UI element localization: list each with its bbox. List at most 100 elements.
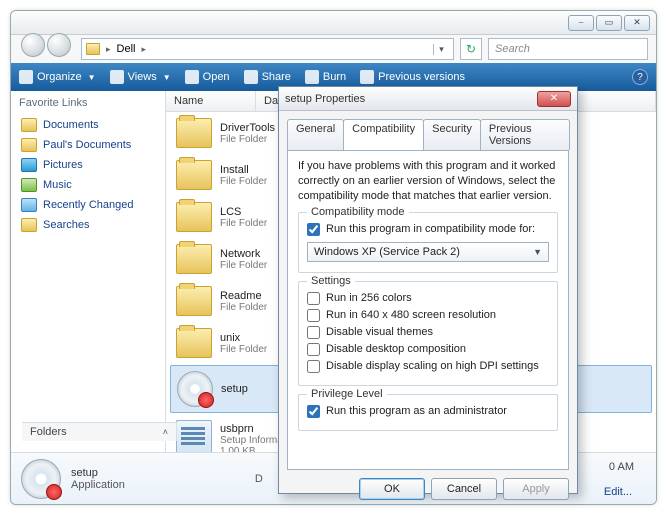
details-time: 0 AM [609,461,634,473]
breadcrumb-dropdown[interactable]: ▾ [433,44,449,55]
search-input[interactable]: Search [488,38,648,60]
forward-button[interactable] [47,33,71,57]
setting-disable-composition[interactable]: Disable desktop composition [307,341,549,358]
inf-file-icon [176,420,212,452]
file-name: Install [220,164,267,176]
folder-icon [176,202,212,232]
group-privilege: Privilege Level Run this program as an a… [298,394,558,431]
share-button[interactable]: Share [244,70,291,84]
chevron-right-icon: ▸ [139,44,148,55]
edit-link[interactable]: Edit... [604,486,632,498]
tab-compatibility[interactable]: Compatibility [343,119,424,150]
column-name[interactable]: Name [166,91,256,111]
chevron-down-icon: ▼ [533,247,542,257]
tab-security[interactable]: Security [423,119,481,150]
dialog-titlebar: setup Properties ✕ [279,87,577,111]
folder-icon [176,160,212,190]
file-text: unixFile Folder [220,332,267,355]
checkbox-input[interactable] [307,360,320,373]
sidebar-item-pictures[interactable]: Pictures [19,155,157,175]
views-menu[interactable]: Views▼ [110,70,171,84]
run-as-admin-checkbox[interactable]: Run this program as an administrator [307,403,549,420]
apply-button[interactable]: Apply [503,478,569,500]
file-text: setup [221,383,248,395]
checkbox-input[interactable] [307,223,320,236]
minimize-button[interactable]: ⎯ [568,15,594,31]
file-text: DriverToolsFile Folder [220,122,275,145]
group-settings: Settings Run in 256 colors Run in 640 x … [298,281,558,386]
views-icon [110,70,124,84]
sidebar-item-pauls-documents[interactable]: Paul's Documents [19,135,157,155]
details-date-label: D [255,473,263,485]
open-button[interactable]: Open [185,70,230,84]
folder-icon [86,43,100,55]
maximize-button[interactable]: ▭ [596,15,622,31]
checkbox-input[interactable] [307,309,320,322]
sidebar-item-recently-changed[interactable]: Recently Changed [19,195,157,215]
help-button[interactable]: ? [632,69,648,85]
folder-icon [176,244,212,274]
checkbox-input[interactable] [307,343,320,356]
setting-640x480[interactable]: Run in 640 x 480 screen resolution [307,307,549,324]
file-type: File Folder [220,218,267,229]
refresh-button[interactable]: ↻ [460,38,482,60]
sidebar-item-searches[interactable]: Searches [19,215,157,235]
nav-buttons [21,33,71,57]
sidebar-item-documents[interactable]: Documents [19,115,157,135]
folder-icon [176,286,212,316]
close-button[interactable]: ✕ [624,15,650,31]
ok-button[interactable]: OK [359,478,425,500]
file-text: InstallFile Folder [220,164,267,187]
details-type: Application [71,479,125,491]
burn-button[interactable]: Burn [305,70,346,84]
sidebar: Favorite Links Documents Paul's Document… [11,91,166,452]
dialog-buttons: OK Cancel Apply [279,478,577,508]
file-text: ReadmeFile Folder [220,290,267,313]
dialog-close-button[interactable]: ✕ [537,91,571,107]
checkbox-input[interactable] [307,292,320,305]
file-name: setup [221,383,248,395]
setting-disable-themes[interactable]: Disable visual themes [307,324,549,341]
file-text: LCSFile Folder [220,206,267,229]
tab-general[interactable]: General [287,119,344,150]
file-name: unix [220,332,267,344]
file-type: File Folder [220,344,267,355]
open-icon [185,70,199,84]
file-type: File Folder [220,134,275,145]
checkbox-input[interactable] [307,405,320,418]
back-button[interactable] [21,33,45,57]
folders-pane-header[interactable]: Folders˄ [22,422,177,441]
file-name: Readme [220,290,267,302]
file-type: File Folder [220,302,267,313]
chevron-right-icon: ▸ [104,44,113,55]
compat-mode-select[interactable]: Windows XP (Service Pack 2)▼ [307,242,549,262]
cancel-button[interactable]: Cancel [431,478,497,500]
breadcrumb-item[interactable]: Dell [117,43,136,55]
tab-previous-versions[interactable]: Previous Versions [480,119,570,150]
tab-panel-compatibility: If you have problems with this program a… [287,150,569,470]
sidebar-item-music[interactable]: Music [19,175,157,195]
dialog-title: setup Properties [285,93,365,105]
compat-intro: If you have problems with this program a… [298,159,558,204]
previous-versions-button[interactable]: Previous versions [360,70,465,84]
burn-icon [305,70,319,84]
tab-strip: General Compatibility Security Previous … [279,111,577,150]
folder-icon [21,118,37,132]
setting-256-colors[interactable]: Run in 256 colors [307,290,549,307]
music-icon [21,178,37,192]
compat-mode-checkbox[interactable]: Run this program in compatibility mode f… [307,221,549,238]
breadcrumb[interactable]: ▸ Dell ▸ ▾ [81,38,454,60]
folder-icon [176,118,212,148]
file-type: File Folder [220,260,267,271]
setting-disable-dpi-scaling[interactable]: Disable display scaling on high DPI sett… [307,358,549,375]
checkbox-input[interactable] [307,326,320,339]
group-legend: Privilege Level [307,388,387,400]
history-icon [360,70,374,84]
group-legend: Settings [307,275,355,287]
folder-icon [176,328,212,358]
file-name: Network [220,248,267,260]
organize-menu[interactable]: Organize▼ [19,70,96,84]
file-text: NetworkFile Folder [220,248,267,271]
group-legend: Compatibility mode [307,206,409,218]
file-name: DriverTools [220,122,275,134]
